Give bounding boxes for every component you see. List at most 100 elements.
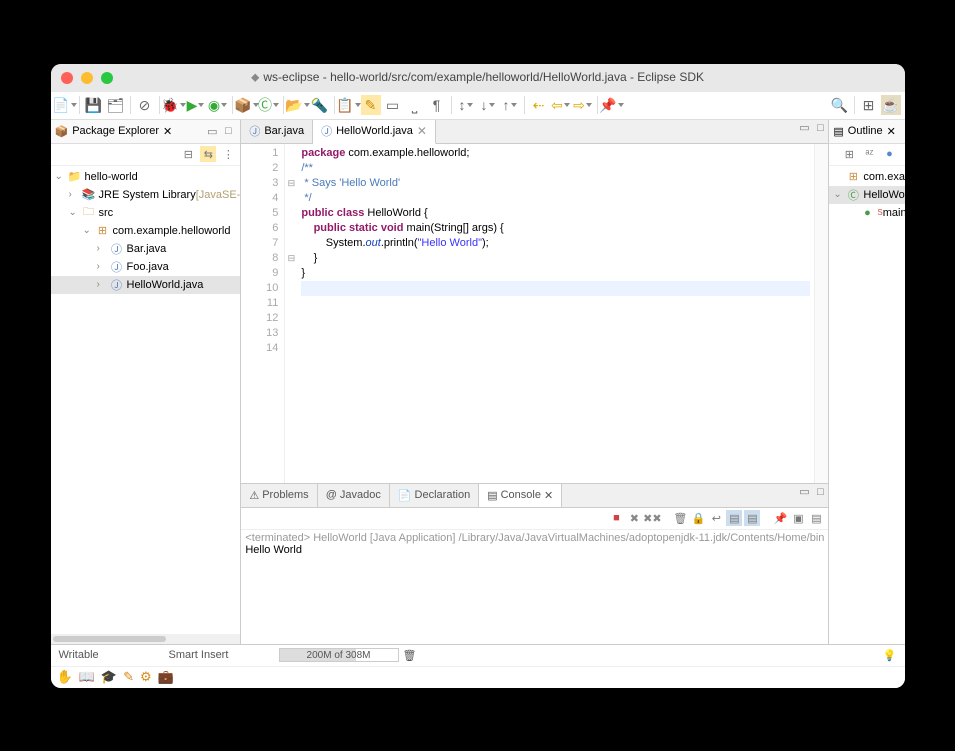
console-line: Hello World (245, 544, 824, 556)
console-toolbar: ■ ✖ ✖✖ 🗑 🔒 ↩ ▤ ▤ 📌 ▣ ▤ (241, 508, 828, 530)
outline-tab[interactable]: ▤ Outline ✕ (833, 125, 895, 138)
java-perspective-button[interactable]: ☕ (881, 95, 901, 115)
new-button[interactable]: 📄 (55, 95, 75, 115)
open-console-button[interactable]: ▤ (808, 510, 824, 526)
outline-class[interactable]: ⌄ⒸHelloWorld (829, 186, 904, 204)
pin-editor-button[interactable]: 📌 (602, 95, 622, 115)
open-task-button[interactable]: 📋 (339, 95, 359, 115)
annotation-nav-button[interactable]: ↕ (456, 95, 476, 115)
new-java-package-button[interactable]: 📦 (237, 95, 257, 115)
minimize-editor-button[interactable]: ▭ (796, 120, 812, 136)
word-wrap-button[interactable]: ↩ (708, 510, 724, 526)
back-button[interactable]: ⇦ (551, 95, 571, 115)
save-all-button[interactable]: 🗂 (106, 95, 126, 115)
outline-method[interactable]: ●S main(String[]) : void (829, 204, 904, 222)
titlebar: ⬥ws-eclipse - hello-world/src/com/exampl… (51, 64, 905, 92)
prev-annotation-button[interactable]: ↑ (500, 95, 520, 115)
sort-button[interactable]: ᵃᶻ (861, 146, 877, 162)
outline-package[interactable]: ⊞com.example.helloworld (829, 168, 904, 186)
view-menu-button[interactable]: ⋮ (220, 146, 236, 162)
save-button[interactable]: 💾 (84, 95, 104, 115)
gear-icon[interactable]: ⚙ (140, 669, 152, 685)
maximize-view-button[interactable]: □ (220, 123, 236, 139)
package-explorer-tree[interactable]: ⌄📁hello-world ›📚JRE System Library [Java… (51, 166, 241, 634)
problems-tab[interactable]: ⚠ Problems (241, 484, 317, 507)
terminate-button[interactable]: ■ (608, 510, 624, 526)
run-button[interactable]: ▶ (186, 95, 206, 115)
skip-breakpoints-button[interactable]: ⊘ (135, 95, 155, 115)
javadoc-tab[interactable]: @ Javadoc (318, 484, 390, 507)
debug-button[interactable]: 🐞 (164, 95, 184, 115)
editor-tab-active[interactable]: ⒿHelloWorld.java✕ (313, 120, 436, 144)
toggle-block-selection-button[interactable]: ▭ (383, 95, 403, 115)
clear-console-button[interactable]: 🗑 (672, 510, 688, 526)
close-window-button[interactable] (61, 72, 73, 84)
next-annotation-button[interactable]: ↓ (478, 95, 498, 115)
maximize-bottom-button[interactable]: □ (812, 484, 828, 500)
status-writable: Writable (59, 649, 149, 661)
tree-package[interactable]: ⌄⊞com.example.helloworld (51, 222, 241, 240)
code-content[interactable]: package com.example.helloworld;/** * Say… (297, 144, 814, 483)
status-bar: Writable Smart Insert 200M of 308M 🗑 💡 (51, 644, 905, 666)
zoom-window-button[interactable] (101, 72, 113, 84)
eclipse-window: ⬥ws-eclipse - hello-world/src/com/exampl… (51, 64, 905, 688)
hide-fields-button[interactable]: ● (881, 146, 897, 162)
link-with-editor-button[interactable]: ⇆ (200, 146, 216, 162)
console-output[interactable]: <terminated> HelloWorld [Java Applicatio… (241, 530, 828, 644)
minimize-view-button[interactable]: ▭ (204, 123, 220, 139)
show-paragraphs-button[interactable]: ¶ (427, 95, 447, 115)
tree-src[interactable]: ⌄🗀src (51, 204, 241, 222)
open-perspective-button[interactable]: ⊞ (859, 95, 879, 115)
editor-tab[interactable]: ⒿBar.java (241, 120, 313, 143)
collapse-all-button[interactable]: ⊟ (180, 146, 196, 162)
window-title: ⬥ws-eclipse - hello-world/src/com/exampl… (51, 70, 905, 85)
tree-project[interactable]: ⌄📁hello-world (51, 168, 241, 186)
show-stderr-button[interactable]: ▤ (744, 510, 760, 526)
package-explorer-view: 📦 Package Explorer ✕ ▭ □ ⊟ ⇆ ⋮ ⌄📁hello-w… (51, 120, 242, 644)
remove-all-button[interactable]: ✖✖ (644, 510, 660, 526)
code-editor[interactable]: 1234567891011121314 ⊟ ⊟ package com.exam… (241, 144, 828, 483)
close-tab-icon[interactable]: ✕ (417, 124, 427, 138)
status-insert-mode: Smart Insert (169, 649, 259, 661)
gc-button[interactable]: 🗑 (403, 649, 417, 662)
status-memory[interactable]: 200M of 308M 🗑 (279, 648, 417, 662)
toggle-mark-occurrences-button[interactable]: ✎ (361, 95, 381, 115)
pin-console-button[interactable]: 📌 (772, 510, 788, 526)
outline-tree[interactable]: ⊞com.example.helloworld ⌄ⒸHelloWorld ●S … (829, 166, 904, 644)
minimize-bottom-button[interactable]: ▭ (796, 484, 812, 500)
new-java-class-button[interactable]: Ⓒ (259, 95, 279, 115)
scroll-lock-button[interactable]: 🔒 (690, 510, 706, 526)
remove-launch-button[interactable]: ✖ (626, 510, 642, 526)
show-stdout-button[interactable]: ▤ (726, 510, 742, 526)
hide-static-button[interactable]: ˢ (901, 146, 904, 162)
package-explorer-tab[interactable]: 📦 Package Explorer ✕ (55, 125, 173, 138)
tree-file[interactable]: ›ⒿFoo.java (51, 258, 241, 276)
wand-icon[interactable]: ✎ (123, 669, 134, 685)
focus-active-button[interactable]: ⊞ (841, 146, 857, 162)
hand-icon[interactable]: ✋ (57, 669, 73, 685)
main-toolbar: 📄 💾 🗂 ⊘ 🐞 ▶ ◉ 📦 Ⓒ 📂 🔦 📋 ✎ ▭ ⎵ ¶ ↕ ↓ ↑ ⇠ … (51, 92, 905, 120)
quick-access-button[interactable]: 🔍 (830, 95, 850, 115)
horizontal-scrollbar[interactable] (51, 634, 241, 644)
book-icon[interactable]: 📖 (79, 669, 95, 685)
display-console-button[interactable]: ▣ (790, 510, 806, 526)
overview-ruler[interactable] (814, 144, 828, 483)
hat-icon[interactable]: 🎓 (101, 669, 117, 685)
search-button[interactable]: 🔦 (310, 95, 330, 115)
minimize-window-button[interactable] (81, 72, 93, 84)
tree-file[interactable]: ›ⒿBar.java (51, 240, 241, 258)
coverage-button[interactable]: ◉ (208, 95, 228, 115)
open-type-button[interactable]: 📂 (288, 95, 308, 115)
fold-gutter[interactable]: ⊟ ⊟ (285, 144, 297, 483)
tip-button[interactable]: 💡 (883, 649, 897, 662)
show-whitespace-button[interactable]: ⎵ (405, 95, 425, 115)
editor-area: ⒿBar.java ⒿHelloWorld.java✕ ▭ □ 12345678… (241, 120, 828, 484)
tree-library[interactable]: ›📚JRE System Library [JavaSE- (51, 186, 241, 204)
console-tab[interactable]: ▤ Console ✕ (479, 484, 562, 507)
tree-file-selected[interactable]: ›ⒿHelloWorld.java (51, 276, 241, 294)
declaration-tab[interactable]: 📄 Declaration (390, 484, 479, 507)
briefcase-icon[interactable]: 💼 (158, 669, 174, 685)
forward-button[interactable]: ⇨ (573, 95, 593, 115)
maximize-editor-button[interactable]: □ (812, 120, 828, 136)
last-edit-button[interactable]: ⇠ (529, 95, 549, 115)
